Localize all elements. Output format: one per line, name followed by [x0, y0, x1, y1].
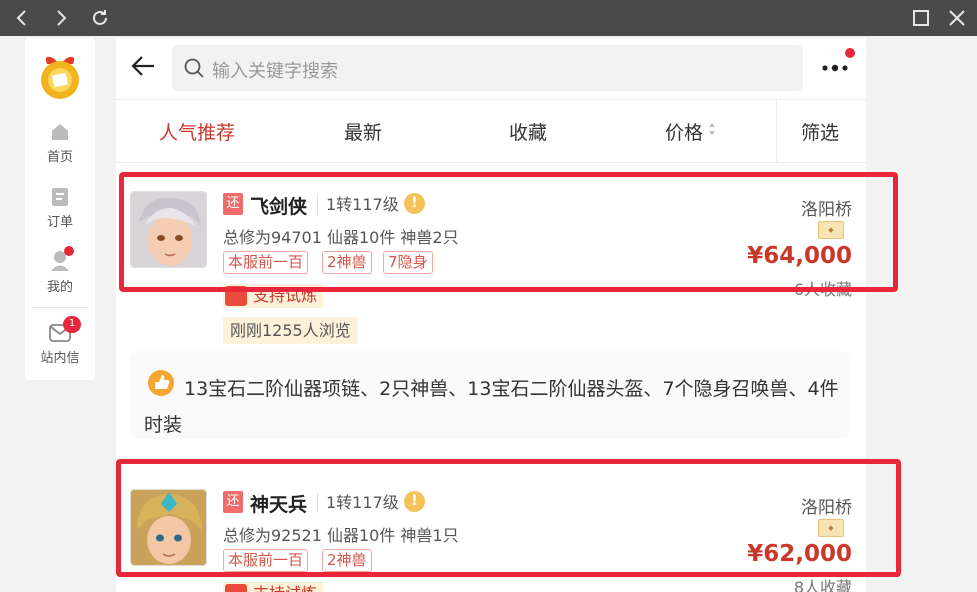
home-icon: [52, 124, 68, 140]
sidebar-item-messages[interactable]: 站内信 1: [25, 316, 95, 366]
back-arrow-icon[interactable]: [4, 0, 40, 36]
tab-popular[interactable]: 人气推荐: [159, 118, 235, 145]
tab-price[interactable]: 价格: [665, 118, 703, 145]
sidebar-item-label: 首页: [46, 150, 73, 165]
trial-badge: 支持试炼: [223, 582, 324, 592]
search-icon: [184, 58, 204, 78]
sidebar-item-mine[interactable]: 我的: [25, 246, 95, 295]
order-icon: [52, 188, 68, 206]
arrow-left-icon: [131, 56, 154, 76]
sidebar-item-label: 我的: [46, 280, 73, 295]
notification-dot: [845, 48, 855, 58]
app-logo[interactable]: [37, 50, 83, 100]
divider: [776, 100, 777, 162]
maximize-icon[interactable]: [903, 0, 939, 36]
sidebar-item-home[interactable]: 首页: [25, 122, 95, 165]
trial-label: 支持试炼: [253, 584, 317, 592]
more-menu-icon[interactable]: [821, 64, 849, 72]
sidebar-item-orders[interactable]: 订单: [25, 187, 95, 230]
tab-favorites[interactable]: 收藏: [509, 118, 547, 145]
highlight-box: [116, 459, 901, 577]
divider: [116, 162, 866, 163]
tab-filter[interactable]: 筛选: [801, 118, 839, 145]
browser-toolbar: [0, 0, 977, 36]
listing-description: 13宝石二阶仙器项链、2只神兽、13宝石二阶仙器头盔、7个隐身召唤兽、4件时装: [130, 351, 850, 439]
tab-newest[interactable]: 最新: [344, 118, 382, 145]
sidebar-item-label: 订单: [46, 215, 73, 230]
view-count: 刚刚1255人浏览: [223, 317, 358, 344]
close-icon[interactable]: [939, 0, 975, 36]
description-text: 13宝石二阶仙器项链、2只神兽、13宝石二阶仙器头盔、7个隐身召唤兽、4件时装: [144, 378, 839, 436]
sidebar-divider: [33, 307, 87, 308]
notification-dot: [64, 246, 74, 256]
divider: [116, 99, 866, 100]
highlight-box: [119, 172, 898, 292]
search-placeholder: 输入关键字搜索: [212, 61, 338, 82]
message-count-badge: 1: [63, 316, 81, 333]
left-sidebar: 首页 订单 我的 站内信 1: [25, 38, 95, 380]
sidebar-item-label: 站内信: [40, 351, 80, 366]
sort-arrows-icon: [709, 123, 715, 135]
refresh-icon[interactable]: [82, 0, 118, 36]
search-input[interactable]: 输入关键字搜索: [172, 45, 803, 91]
back-button[interactable]: [130, 53, 156, 83]
trial-icon: [225, 584, 247, 592]
forward-arrow-icon[interactable]: [43, 0, 79, 36]
